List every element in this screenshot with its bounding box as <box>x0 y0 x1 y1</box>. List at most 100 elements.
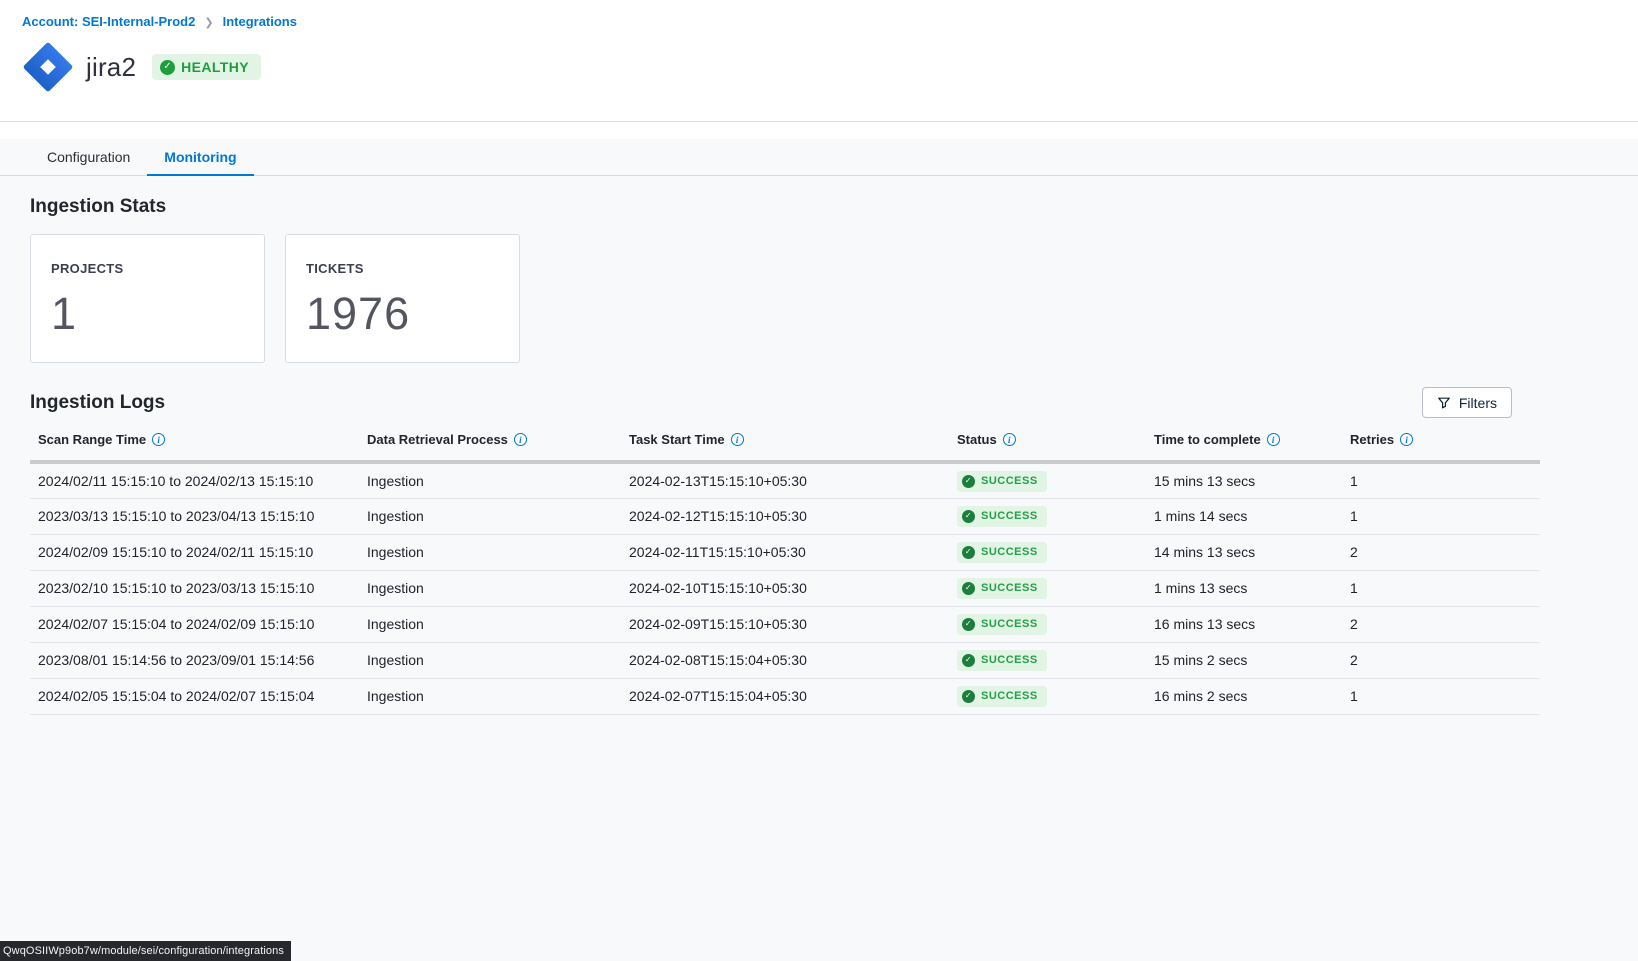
scan-range-cell: 2023/02/10 15:15:10 to 2023/03/13 15:15:… <box>30 570 359 606</box>
filters-button[interactable]: Filters <box>1422 387 1512 418</box>
process-cell: Ingestion <box>359 570 621 606</box>
scan-range-cell: 2024/02/05 15:15:04 to 2024/02/07 15:15:… <box>30 678 359 714</box>
stat-label: PROJECTS <box>51 261 264 276</box>
header-gap <box>0 122 1638 139</box>
task-start-cell: 2024-02-10T15:15:10+05:30 <box>621 570 949 606</box>
filters-button-label: Filters <box>1459 395 1497 411</box>
logs-table-header: Scan Range Timei Data Retrieval Process i… <box>30 432 1540 462</box>
column-header-process: Data Retrieval Process i <box>359 432 621 462</box>
status-badge-label: SUCCESS <box>981 582 1038 594</box>
check-circle-icon: ✓ <box>962 475 975 488</box>
check-circle-icon: ✓ <box>962 654 975 667</box>
column-label: Retries <box>1350 432 1394 447</box>
log-row: 2024/02/11 15:15:10 to 2024/02/13 15:15:… <box>30 462 1540 498</box>
status-cell: ✓SUCCESS <box>949 678 1146 714</box>
log-row: 2023/03/13 15:15:10 to 2023/04/13 15:15:… <box>30 498 1540 534</box>
tab-bar: Configuration Monitoring <box>0 139 1638 176</box>
column-header-retries: Retries i <box>1342 432 1540 462</box>
health-badge-label: HEALTHY <box>181 59 249 75</box>
stat-card-tickets: TICKETS 1976 <box>285 234 520 363</box>
ingestion-stats-section: Ingestion Stats PROJECTS 1 TICKETS 1976 <box>0 176 1638 363</box>
status-cell: ✓ SUCCESS <box>949 570 1146 606</box>
retries-cell: 1 <box>1342 570 1540 606</box>
process-cell: Ingestion <box>359 534 621 570</box>
health-status-badge: ✓ HEALTHY <box>152 54 261 80</box>
status-badge-label: SUCCESS <box>981 475 1038 487</box>
info-icon[interactable]: i <box>1400 433 1413 446</box>
status-cell: ✓ SUCCESS <box>949 498 1146 534</box>
info-icon[interactable]: i <box>152 433 165 446</box>
filter-funnel-icon <box>1437 396 1451 410</box>
time-to-complete-cell: 16 mins 13 secs <box>1146 606 1342 642</box>
retries-cell: 1 <box>1342 678 1540 714</box>
retries-cell: 1 <box>1342 462 1540 498</box>
time-to-complete-cell: 14 mins 13 secs <box>1146 534 1342 570</box>
check-circle-icon: ✓ <box>962 582 975 595</box>
jira-logo-icon <box>22 41 74 93</box>
task-start-cell: 2024-02-12T15:15:10+05:30 <box>621 498 949 534</box>
tab-configuration[interactable]: Configuration <box>30 138 147 175</box>
scan-range-cell: 2024/02/09 15:15:10 to 2024/02/11 15:15:… <box>30 534 359 570</box>
tab-monitoring[interactable]: Monitoring <box>147 138 253 175</box>
status-badge: ✓ SUCCESS <box>957 614 1047 635</box>
retries-cell: 2 <box>1342 606 1540 642</box>
info-icon[interactable]: i <box>731 433 744 446</box>
status-bar-url-tooltip: QwqOSIIWp9ob7w/module/sei/configuration/… <box>0 941 291 961</box>
process-cell: Ingestion <box>359 462 621 498</box>
process-cell: Ingestion <box>359 642 621 678</box>
scan-range-cell: 2023/08/01 15:14:56 to 2023/09/01 15:14:… <box>30 642 359 678</box>
time-to-complete-cell: 16 mins 2 secs <box>1146 678 1342 714</box>
column-header-status: Statusi <box>949 432 1146 462</box>
info-icon[interactable]: i <box>1003 433 1016 446</box>
status-badge-label: SUCCESS <box>981 618 1038 630</box>
scan-range-cell: 2023/03/13 15:15:10 to 2023/04/13 15:15:… <box>30 498 359 534</box>
check-circle-icon: ✓ <box>962 618 975 631</box>
retries-cell: 2 <box>1342 642 1540 678</box>
page-title: jira2 <box>86 52 136 83</box>
scan-range-cell: 2024/02/07 15:15:04 to 2024/02/09 15:15:… <box>30 606 359 642</box>
column-label: Time to complete <box>1154 432 1261 447</box>
integration-title-row: jira2 ✓ HEALTHY <box>22 41 1638 93</box>
status-badge: ✓ SUCCESS <box>957 650 1047 671</box>
info-icon[interactable]: i <box>1267 433 1280 446</box>
breadcrumb-integrations-link[interactable]: Integrations <box>223 14 297 29</box>
ingestion-stats-title: Ingestion Stats <box>30 196 1608 218</box>
status-cell: ✓SUCCESS <box>949 534 1146 570</box>
log-row: 2024/02/07 15:15:04 to 2024/02/09 15:15:… <box>30 606 1540 642</box>
page-header: Account: SEI-Internal-Prod2 ❯ Integratio… <box>0 0 1638 122</box>
column-label: Data Retrieval Process <box>367 432 508 447</box>
column-label: Task Start Time <box>629 432 725 447</box>
ingestion-logs-section: Ingestion Logs Filters Scan Range Timei … <box>0 363 1638 715</box>
column-header-scan-range: Scan Range Timei <box>30 432 359 462</box>
log-row: 2023/02/10 15:15:10 to 2023/03/13 15:15:… <box>30 570 1540 606</box>
column-header-task-start: Task Start Time i <box>621 432 949 462</box>
status-badge-label: SUCCESS <box>981 510 1038 522</box>
process-cell: Ingestion <box>359 606 621 642</box>
time-to-complete-cell: 1 mins 13 secs <box>1146 570 1342 606</box>
status-badge-label: SUCCESS <box>981 654 1038 666</box>
stat-value: 1 <box>51 288 264 340</box>
status-badge-label: SUCCESS <box>981 546 1038 558</box>
status-cell: ✓ SUCCESS <box>949 606 1146 642</box>
task-start-cell: 2024-02-08T15:15:04+05:30 <box>621 642 949 678</box>
status-badge: ✓SUCCESS <box>957 542 1047 563</box>
log-row: 2024/02/09 15:15:10 to 2024/02/11 15:15:… <box>30 534 1540 570</box>
task-start-cell: 2024-02-07T15:15:04+05:30 <box>621 678 949 714</box>
breadcrumb: Account: SEI-Internal-Prod2 ❯ Integratio… <box>22 14 1638 29</box>
breadcrumb-account-link[interactable]: Account: SEI-Internal-Prod2 <box>22 14 195 29</box>
retries-cell: 2 <box>1342 534 1540 570</box>
time-to-complete-cell: 15 mins 2 secs <box>1146 642 1342 678</box>
monitoring-content: Configuration Monitoring Ingestion Stats… <box>0 139 1638 715</box>
stat-label: TICKETS <box>306 261 519 276</box>
check-circle-icon: ✓ <box>962 510 975 523</box>
time-to-complete-cell: 15 mins 13 secs <box>1146 462 1342 498</box>
task-start-cell: 2024-02-09T15:15:10+05:30 <box>621 606 949 642</box>
retries-cell: 1 <box>1342 498 1540 534</box>
info-icon[interactable]: i <box>514 433 527 446</box>
ingestion-logs-header-row: Ingestion Logs Filters <box>30 387 1540 418</box>
status-badge: ✓ SUCCESS <box>957 471 1047 492</box>
status-badge-label: SUCCESS <box>981 690 1038 702</box>
log-row: 2024/02/05 15:15:04 to 2024/02/07 15:15:… <box>30 678 1540 714</box>
status-badge: ✓ SUCCESS <box>957 578 1047 599</box>
status-cell: ✓ SUCCESS <box>949 642 1146 678</box>
